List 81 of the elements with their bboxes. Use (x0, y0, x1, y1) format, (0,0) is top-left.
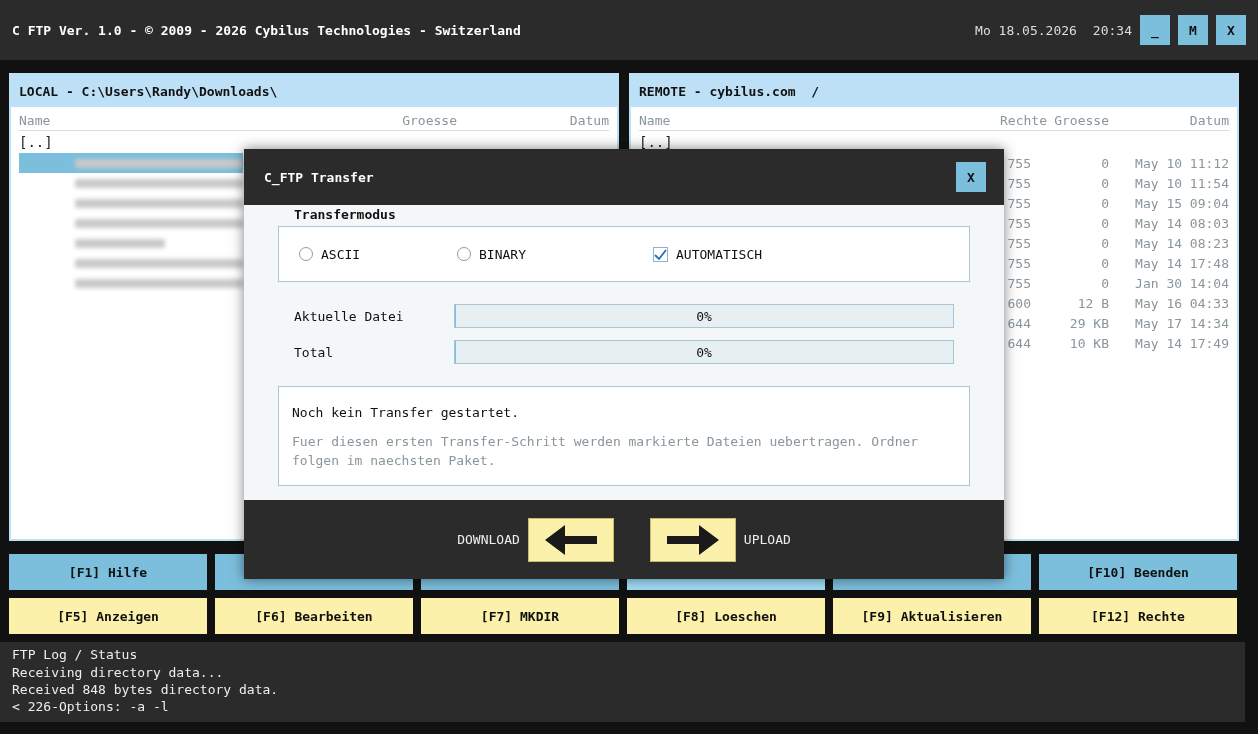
upload-button[interactable] (649, 517, 736, 562)
status-detail: Fuer diesen ersten Transfer-Schritt werden markierte Dateien uebertragen. Ordner folgen im naechsten Paket. (292, 433, 920, 470)
permissions-cell-text: 755 (1006, 235, 1031, 251)
date: Mo 18.05.2026 (975, 22, 1077, 38)
download-button[interactable] (527, 517, 614, 562)
dialog-title: C_FTP Transfer (264, 169, 375, 185)
date-cell-text: May 15 09:04 (1134, 195, 1229, 211)
time: 20:34 (1092, 22, 1132, 38)
group-label: Transfermodus (294, 207, 397, 222)
log-line: < 226-Options: -a -l (12, 698, 170, 715)
date-cell-text: May 16 04:33 (1134, 295, 1229, 311)
right-arrow-icon (666, 524, 719, 555)
date-cell-text: May 14 08:23 (1134, 235, 1229, 251)
size-cell-text: 0 (1100, 195, 1109, 211)
left-arrow-icon (544, 524, 597, 555)
checkbox[interactable] (653, 246, 668, 262)
permissions-cell-text: 755 (1006, 175, 1031, 191)
function-key-button[interactable]: [F7] MKDIR (421, 598, 619, 634)
close-button[interactable]: X (956, 162, 986, 192)
size-cell-text: 0 (1100, 175, 1109, 191)
parent-directory[interactable]: [..] (639, 134, 673, 150)
size-cell-text: 29 KB (1068, 315, 1109, 331)
function-key-button[interactable]: [F12] Rechte (1039, 598, 1237, 634)
parent-directory[interactable]: [..] (19, 134, 53, 150)
option-label: ASCII (321, 246, 361, 262)
column-header: Name (639, 113, 672, 128)
column-header: Datum (1188, 113, 1229, 128)
column-header: Datum (568, 113, 609, 128)
log-line: Received 848 bytes directory data. (12, 681, 280, 698)
upload-label: UPLOAD (743, 532, 791, 547)
permissions-cell-text: 644 (1006, 315, 1031, 331)
size-cell-text: 10 KB (1068, 335, 1109, 351)
function-key-button[interactable]: [F1] Hilfe (9, 554, 207, 590)
function-key-button[interactable]: [F10] Beenden (1039, 554, 1237, 590)
permissions-cell-text: 644 (1006, 335, 1031, 351)
radio-button[interactable] (299, 247, 313, 261)
panel-header: LOCAL - C:\Users\Randy\Downloads\ (11, 75, 617, 107)
size-cell-text: 0 (1100, 235, 1109, 251)
size-cell-text: 0 (1100, 155, 1109, 171)
permissions-cell-text: 755 (1006, 195, 1031, 211)
date-cell-text: May 10 11:54 (1134, 175, 1229, 191)
progress-reading: 0% (696, 308, 712, 324)
file-row[interactable] (19, 153, 243, 173)
date-cell-text: May 17 14:34 (1134, 315, 1229, 331)
download-label: DOWNLOAD (457, 532, 520, 547)
function-key-button[interactable]: [F9] Aktualisieren (833, 598, 1031, 634)
window-button[interactable]: M (1178, 15, 1208, 45)
date-cell-text: May 14 08:03 (1134, 215, 1229, 231)
radio-button[interactable] (457, 247, 471, 261)
option-label: BINARY (479, 246, 526, 262)
progress-label: Aktuelle Datei (294, 308, 405, 324)
size-cell-text: 0 (1100, 215, 1109, 231)
permissions-cell-text: 755 (1006, 155, 1031, 171)
date-cell-text: May 14 17:49 (1134, 335, 1229, 351)
option-label: AUTOMATISCH (676, 246, 763, 262)
size-cell-text: 0 (1100, 255, 1109, 271)
log-title: FTP Log / Status (12, 646, 139, 664)
permissions-cell-text: 755 (1006, 255, 1031, 271)
date-cell-text: Jan 30 14:04 (1134, 275, 1229, 291)
column-header: Name (19, 113, 52, 128)
date-cell-text: May 14 17:48 (1134, 255, 1229, 271)
window-button[interactable]: X (1216, 15, 1246, 45)
panel-header: REMOTE - cybilus.com / (631, 75, 1237, 107)
progress-label: Total (294, 344, 335, 360)
permissions-cell-text: 755 (1006, 275, 1031, 291)
status-message: Noch kein Transfer gestartet. (292, 405, 520, 420)
app-title: C FTP Ver. 1.0 - © 2009 - 2026 Cybilus Technologies - Switzerland (12, 22, 522, 38)
size-cell-text: 12 B (1076, 295, 1109, 311)
column-header: Groesse (1053, 113, 1109, 128)
column-header: Groesse (401, 113, 457, 128)
size-cell-text: 0 (1100, 275, 1109, 291)
function-key-button[interactable]: [F8] Loeschen (627, 598, 825, 634)
function-key-button[interactable]: [F5] Anzeigen (9, 598, 207, 634)
progress-reading: 0% (696, 344, 712, 360)
column-header: Rechte (999, 113, 1047, 128)
window-button[interactable]: _ (1140, 15, 1170, 45)
function-key-button[interactable]: [F6] Bearbeiten (215, 598, 413, 634)
log-line: Receiving directory data... (12, 664, 225, 681)
permissions-cell-text: 600 (1006, 295, 1031, 311)
permissions-cell-text: 755 (1006, 215, 1031, 231)
date-cell-text: May 10 11:12 (1134, 155, 1229, 171)
